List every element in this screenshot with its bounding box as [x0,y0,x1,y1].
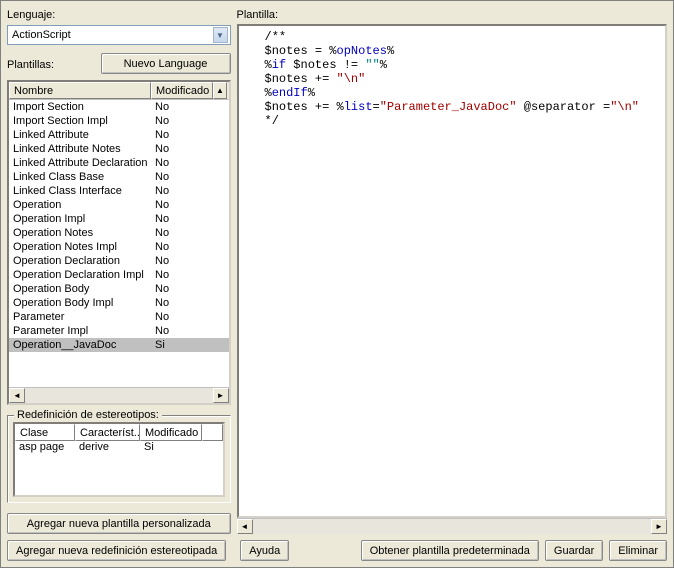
table-row[interactable]: Linked Attribute NotesNo [9,142,229,156]
cell-nombre: Linked Attribute Notes [9,143,151,155]
table-row[interactable]: ParameterNo [9,310,229,324]
cell-modificado: No [151,269,213,281]
cell-nombre: Operation Notes [9,227,151,239]
stereo-legend: Redefinición de estereotipos: [14,409,162,421]
table-row[interactable]: Operation Body ImplNo [9,296,229,310]
save-button[interactable]: Guardar [545,540,603,561]
plantillas-label: Plantillas: [7,59,93,71]
table-row[interactable]: Parameter ImplNo [9,324,229,338]
table-row[interactable]: Linked Class BaseNo [9,170,229,184]
stereo-cell-mod: Si [140,441,202,455]
table-row[interactable]: Operation ImplNo [9,212,229,226]
cell-nombre: Operation Notes Impl [9,241,151,253]
cell-modificado: No [151,185,213,197]
hscroll-track[interactable] [25,388,213,403]
cell-nombre: Import Section [9,101,151,113]
help-button[interactable]: Ayuda [240,540,289,561]
chevron-down-icon[interactable]: ▼ [213,27,228,43]
cell-modificado: No [151,241,213,253]
table-row[interactable]: Operation NotesNo [9,226,229,240]
table-row[interactable]: Linked AttributeNo [9,128,229,142]
cell-nombre: Linked Attribute [9,129,151,141]
new-language-button[interactable]: Nuevo Language [101,53,231,74]
stereo-table[interactable]: Clase Característ... Modificado asp page… [13,422,225,497]
cell-modificado: Si [151,339,213,351]
table-row[interactable]: Operation DeclarationNo [9,254,229,268]
add-custom-template-button[interactable]: Agregar nueva plantilla personalizada [7,513,231,534]
table-row[interactable]: Operation__JavaDocSi [9,338,229,352]
col-modificado-header[interactable]: Modificado [151,82,213,99]
cell-nombre: Operation Declaration [9,255,151,267]
cell-modificado: No [151,129,213,141]
cell-nombre: Operation Declaration Impl [9,269,151,281]
table-row[interactable]: Linked Attribute DeclarationNo [9,156,229,170]
add-stereo-redef-button[interactable]: Agregar nueva redefinición estereotipada [7,540,226,561]
cell-nombre: Parameter [9,311,151,323]
cell-nombre: Operation__JavaDoc [9,339,151,351]
table-row[interactable]: Operation BodyNo [9,282,229,296]
code-scroll-right-icon[interactable]: ► [651,519,667,534]
language-label: Lenguaje: [7,9,231,21]
scroll-right-icon[interactable]: ► [213,388,229,403]
cell-modificado: No [151,227,213,239]
cell-modificado: No [151,283,213,295]
cell-nombre: Import Section Impl [9,115,151,127]
stereo-col-caract[interactable]: Característ... [75,424,140,441]
cell-modificado: No [151,311,213,323]
table-row[interactable]: Linked Class InterfaceNo [9,184,229,198]
stereo-cell-clase: asp page [15,441,75,455]
scroll-left-icon[interactable]: ◄ [9,388,25,403]
table-row[interactable]: Operation Declaration ImplNo [9,268,229,282]
language-combo[interactable]: ActionScript ▼ [7,25,231,45]
cell-modificado: No [151,325,213,337]
templates-listbox[interactable]: Nombre Modificado ▲ Import SectionNoImpo… [7,80,231,405]
table-row[interactable]: Import SectionNo [9,100,229,114]
cell-nombre: Operation Impl [9,213,151,225]
cell-modificado: No [151,171,213,183]
col-nombre-header[interactable]: Nombre [9,82,151,99]
get-default-template-button[interactable]: Obtener plantilla predeterminada [361,540,539,561]
cell-modificado: No [151,101,213,113]
cell-modificado: No [151,199,213,211]
table-row[interactable]: Operation Notes ImplNo [9,240,229,254]
scroll-up-icon[interactable]: ▲ [213,82,227,99]
stereo-col-pad [202,424,223,441]
cell-nombre: Linked Attribute Declaration [9,157,151,169]
stereo-col-clase[interactable]: Clase [15,424,75,441]
cell-nombre: Operation Body Impl [9,297,151,309]
cell-nombre: Operation Body [9,283,151,295]
code-hscroll-track[interactable] [253,519,652,534]
table-row[interactable]: OperationNo [9,198,229,212]
cell-nombre: Linked Class Interface [9,185,151,197]
cell-nombre: Operation [9,199,151,211]
stereo-cell-caract: derive [75,441,140,455]
table-row[interactable]: Import Section ImplNo [9,114,229,128]
cell-nombre: Parameter Impl [9,325,151,337]
code-editor[interactable]: /** $notes = %opNotes% %if $notes != ""%… [237,24,668,518]
code-scroll-left-icon[interactable]: ◄ [237,519,253,534]
cell-modificado: No [151,143,213,155]
plantilla-label: Plantilla: [237,9,668,21]
cell-modificado: No [151,213,213,225]
stereo-row[interactable]: asp pagederiveSi [15,441,223,455]
language-value: ActionScript [12,29,213,41]
cell-modificado: No [151,157,213,169]
stereo-col-mod[interactable]: Modificado [140,424,202,441]
cell-modificado: No [151,297,213,309]
cell-nombre: Linked Class Base [9,171,151,183]
cell-modificado: No [151,255,213,267]
delete-button[interactable]: Eliminar [609,540,667,561]
cell-modificado: No [151,115,213,127]
